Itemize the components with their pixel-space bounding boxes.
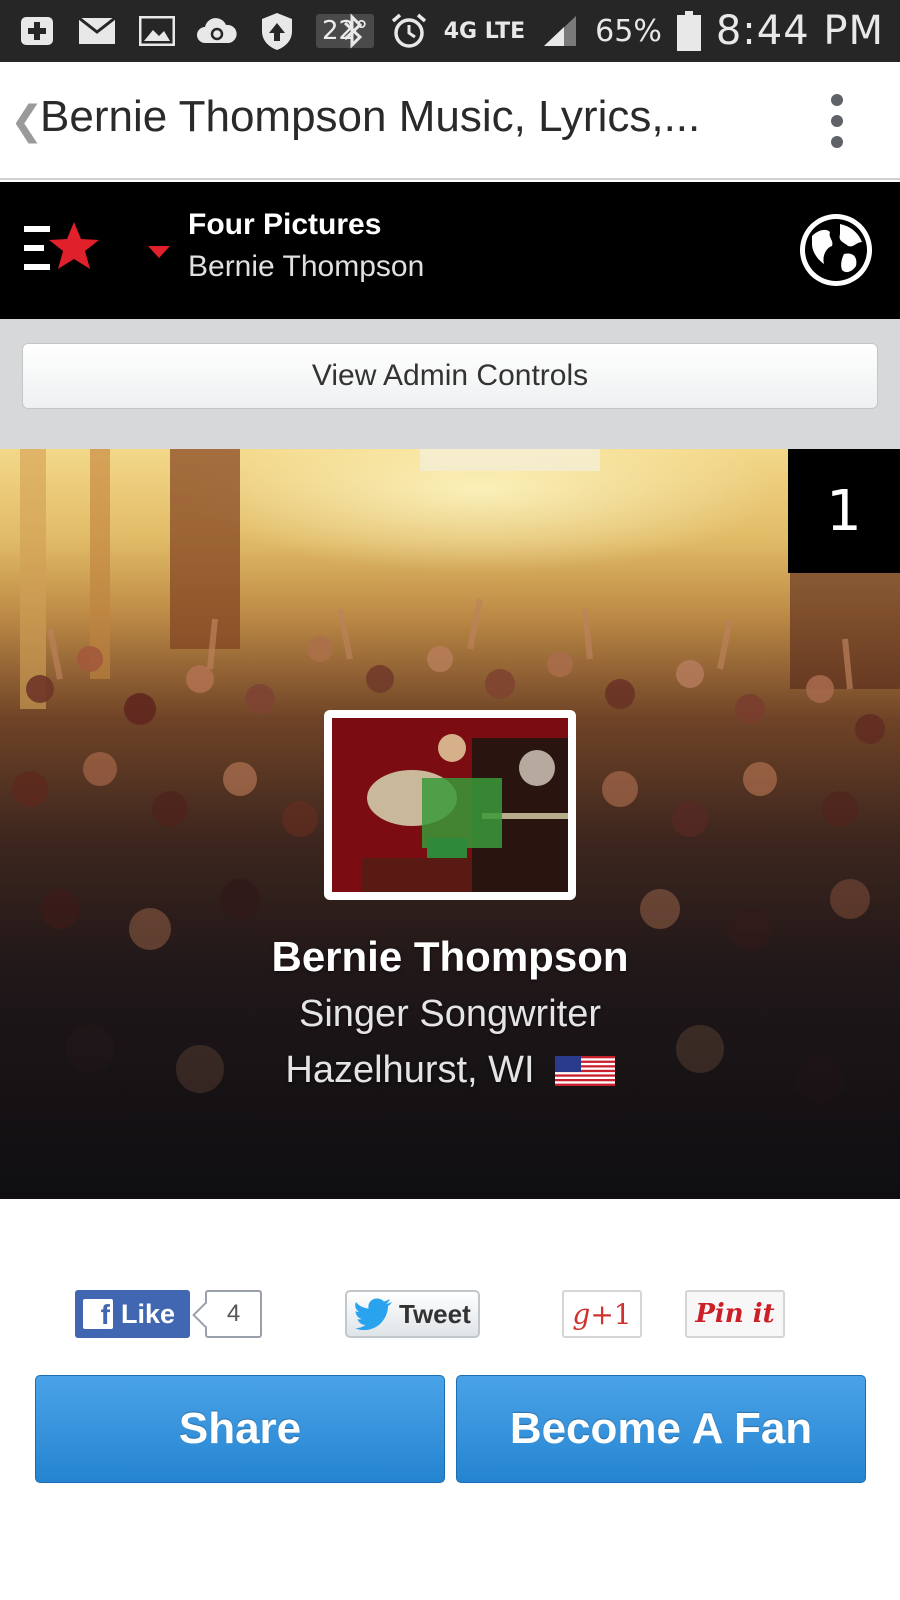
google-plus-one-button[interactable]: g+1 — [562, 1290, 642, 1338]
image-icon — [136, 13, 178, 49]
dropdown-caret-icon[interactable] — [148, 246, 170, 258]
google-plus-label: g+1 — [572, 1298, 631, 1331]
twitter-bird-icon — [355, 1298, 392, 1330]
browser-title-bar: ❮ Bernie Thompson Music, Lyrics,... — [0, 62, 900, 180]
facebook-like-count: 4 — [205, 1290, 262, 1338]
back-chevron-icon[interactable]: ❮ — [10, 98, 44, 144]
site-header: Four Pictures Bernie Thompson — [0, 182, 900, 319]
guitarist-photo — [332, 718, 568, 892]
view-admin-controls-button[interactable]: View Admin Controls — [22, 343, 878, 409]
network-indicator: 4G LTE — [443, 18, 526, 44]
artist-subtitle[interactable]: Bernie Thompson — [188, 250, 424, 284]
artist-name: Bernie Thompson — [271, 933, 629, 980]
mail-icon — [76, 13, 118, 49]
site-logo-icon[interactable] — [24, 222, 104, 274]
tweet-button[interactable]: Tweet — [345, 1290, 480, 1338]
hero-banner: 1 Bernie Thompson Singer Songwriter Haze… — [0, 449, 900, 1199]
share-button[interactable]: Share — [35, 1375, 445, 1483]
shield-icon — [256, 13, 298, 50]
pin-it-button[interactable]: Pin it — [685, 1290, 785, 1338]
battery-icon — [676, 11, 702, 51]
page-title: Bernie Thompson Music, Lyrics,... — [40, 92, 701, 141]
google-g-icon: g — [572, 1297, 591, 1331]
artist-role: Singer Songwriter — [298, 993, 602, 1035]
cloud-icon — [196, 13, 238, 49]
add-icon — [16, 13, 58, 49]
tweet-label: Tweet — [399, 1298, 471, 1329]
status-bar: 22° 4G LTE 65% 8:44 PM — [0, 0, 900, 62]
song-title[interactable]: Four Pictures — [188, 208, 381, 242]
pin-it-label: Pin it — [695, 1299, 775, 1329]
become-a-fan-button[interactable]: Become A Fan — [456, 1375, 866, 1483]
us-flag-icon — [554, 1055, 615, 1086]
facebook-like-label: Like — [121, 1298, 176, 1329]
alarm-icon — [388, 13, 430, 49]
overflow-menu-icon[interactable] — [830, 94, 844, 148]
battery-percent: 65% — [595, 13, 662, 49]
artist-location-row: Hazelhurst, WI — [0, 1049, 900, 1092]
artist-photo-thumbnail[interactable] — [324, 710, 576, 900]
clock: 8:44 PM — [715, 8, 884, 54]
artist-location: Hazelhurst, WI — [285, 1049, 535, 1091]
bluetooth-icon — [332, 13, 374, 49]
social-share-row: f Like 4 Tweet g+1 Pin it — [0, 1290, 900, 1340]
facebook-like-button[interactable]: f Like — [75, 1290, 190, 1338]
globe-icon[interactable] — [798, 212, 874, 288]
facebook-icon: f — [83, 1299, 113, 1329]
admin-bar: View Admin Controls — [0, 319, 900, 449]
signal-icon — [539, 13, 581, 49]
rank-badge: 1 — [788, 449, 900, 573]
plus-one-text: +1 — [590, 1297, 632, 1331]
